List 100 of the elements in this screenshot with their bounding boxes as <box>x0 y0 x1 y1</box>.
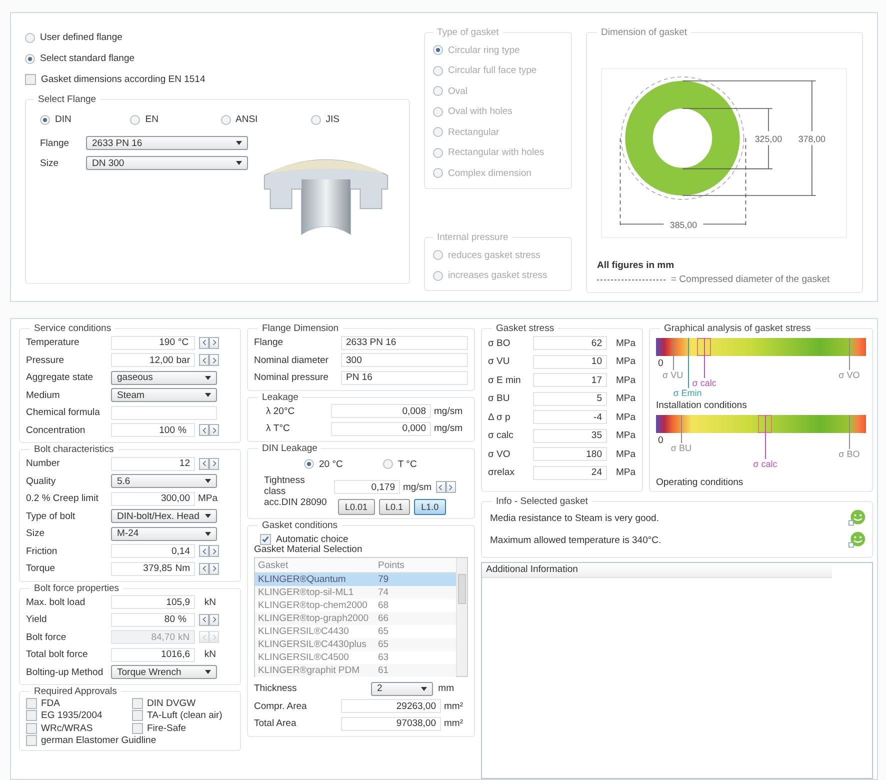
unit-label: MPa <box>615 356 636 368</box>
dropdown[interactable]: DN 300 <box>86 156 248 170</box>
checkbox[interactable] <box>25 74 36 85</box>
scrollbar[interactable] <box>456 558 467 676</box>
radio-button[interactable] <box>382 459 393 469</box>
radio-label[interactable]: EN <box>145 114 158 125</box>
number-field[interactable]: 105,9 <box>111 595 195 610</box>
checkbox-label[interactable]: Fire-Safe <box>147 722 186 734</box>
dropdown[interactable]: DIN-bolt/Hex. Head <box>111 509 217 524</box>
number-field[interactable]: 190 °C <box>111 336 195 350</box>
checkbox[interactable] <box>26 698 37 709</box>
radio-label[interactable]: User defined flange <box>40 32 122 43</box>
checkbox-label[interactable]: WRc/WRAS <box>41 722 93 734</box>
number-field[interactable]: 17 <box>533 373 607 388</box>
decrement-button[interactable] <box>199 614 209 626</box>
increment-button[interactable] <box>209 562 219 575</box>
radio-label[interactable]: JIS <box>326 114 340 125</box>
number-field[interactable]: 5 <box>533 392 607 406</box>
increment-button[interactable] <box>209 424 219 436</box>
number-field[interactable]: 35 <box>533 428 607 443</box>
radio-button[interactable] <box>220 114 230 124</box>
number-field[interactable]: 180 <box>533 447 607 462</box>
number-field[interactable]: 100 % <box>111 423 195 438</box>
checkbox[interactable] <box>26 722 37 734</box>
text-field[interactable]: 300 <box>341 353 468 368</box>
text-field[interactable] <box>111 406 217 420</box>
leakage-class-button[interactable]: L0.01 <box>338 499 375 515</box>
checkbox-label[interactable]: Gasket dimensions according EN 1514 <box>41 74 206 85</box>
checkbox[interactable] <box>26 735 37 746</box>
decrement-button[interactable] <box>199 336 209 349</box>
radio-button[interactable] <box>40 114 50 124</box>
radio-button[interactable] <box>310 114 321 124</box>
radio-button[interactable] <box>304 459 314 469</box>
checkbox[interactable] <box>132 722 143 734</box>
increment-button[interactable] <box>446 481 456 494</box>
number-field[interactable]: 97038,00 <box>341 716 441 731</box>
checkbox[interactable] <box>132 698 143 709</box>
dropdown[interactable]: Torque Wrench <box>111 665 217 680</box>
increment-button[interactable] <box>209 545 219 558</box>
chevron-right-icon <box>212 634 216 641</box>
table-row[interactable]: KLINGERSIL®C4430 65 <box>255 625 456 638</box>
table-row[interactable]: KLINGERSIL®C4500 63 <box>255 651 456 664</box>
radio-button[interactable] <box>25 54 35 64</box>
increment-button[interactable] <box>209 336 219 349</box>
increment-button[interactable] <box>209 614 219 626</box>
decrement-button[interactable] <box>199 562 209 575</box>
text-field[interactable]: PN 16 <box>341 370 468 385</box>
number-field[interactable]: 0,008 <box>331 404 431 418</box>
checkbox-label[interactable]: DIN DVGW <box>147 698 196 709</box>
leakage-class-button[interactable]: L1.0 <box>414 499 446 515</box>
table-row[interactable]: KLINGER®Quantum 79 <box>255 573 456 586</box>
radio-label[interactable]: ANSI <box>236 114 258 125</box>
decrement-button[interactable] <box>199 424 209 436</box>
dropdown[interactable]: 5.6 <box>111 474 217 488</box>
increment-button[interactable] <box>209 354 219 366</box>
number-field[interactable]: 379,85 Nm <box>111 562 195 576</box>
decrement-button[interactable] <box>199 354 209 366</box>
radio-label[interactable]: T °C <box>398 458 417 470</box>
text-field[interactable]: 2633 PN 16 <box>341 336 468 350</box>
checkbox-label[interactable]: EG 1935/2004 <box>41 710 102 722</box>
number-field[interactable]: 24 <box>533 466 607 480</box>
field-label: Aggregate state <box>26 372 94 384</box>
number-field[interactable]: 12 <box>111 456 195 471</box>
dropdown[interactable]: 2 <box>371 682 433 696</box>
unit-label: kN <box>203 596 216 608</box>
checkbox-label[interactable]: TA-Luft (clean air) <box>147 710 222 722</box>
number-field[interactable]: 300,00 <box>111 492 195 506</box>
number-field[interactable]: 0,000 <box>331 422 431 436</box>
number-field[interactable]: 29263,00 <box>341 699 441 714</box>
radio-label[interactable]: DIN <box>55 114 72 125</box>
scrollbar-thumb[interactable] <box>458 574 466 604</box>
decrement-button[interactable] <box>199 458 209 470</box>
number-field[interactable]: 0,14 <box>111 544 195 558</box>
leakage-class-button[interactable]: L0.1 <box>378 499 410 515</box>
number-field[interactable]: 62 <box>533 336 607 350</box>
decrement-button[interactable] <box>199 545 209 558</box>
number-field[interactable]: 0,179 <box>334 480 400 494</box>
dropdown[interactable]: Steam <box>111 388 217 402</box>
checkbox-label[interactable]: Automatic choice <box>276 534 348 544</box>
increment-button[interactable] <box>209 458 219 470</box>
number-field[interactable]: 10 <box>533 354 607 369</box>
table-row[interactable]: KLINGER®top-chem2000 68 <box>255 599 456 612</box>
radio-label[interactable]: Select standard flange <box>40 53 135 64</box>
checkbox-label[interactable]: german Elastomer Guidline <box>41 735 156 746</box>
radio-button[interactable] <box>25 32 35 42</box>
number-field[interactable]: -4 <box>533 410 607 424</box>
checkbox-label[interactable]: FDA <box>41 698 60 709</box>
number-field[interactable]: 80 % <box>111 612 195 627</box>
number-field[interactable]: 1016,6 <box>111 648 195 662</box>
checkbox[interactable] <box>260 534 271 544</box>
unit-label: mm² <box>444 700 463 712</box>
dropdown[interactable]: gaseous <box>111 370 217 385</box>
dropdown[interactable]: M-24 <box>111 526 217 541</box>
checkbox[interactable] <box>26 710 37 722</box>
decrement-button[interactable] <box>436 481 446 494</box>
dropdown[interactable]: 2633 PN 16 <box>86 136 248 150</box>
number-field[interactable]: 12,00 bar <box>111 353 195 368</box>
radio-button[interactable] <box>130 114 140 124</box>
radio-label[interactable]: 20 °C <box>319 458 343 470</box>
checkbox[interactable] <box>132 710 143 722</box>
